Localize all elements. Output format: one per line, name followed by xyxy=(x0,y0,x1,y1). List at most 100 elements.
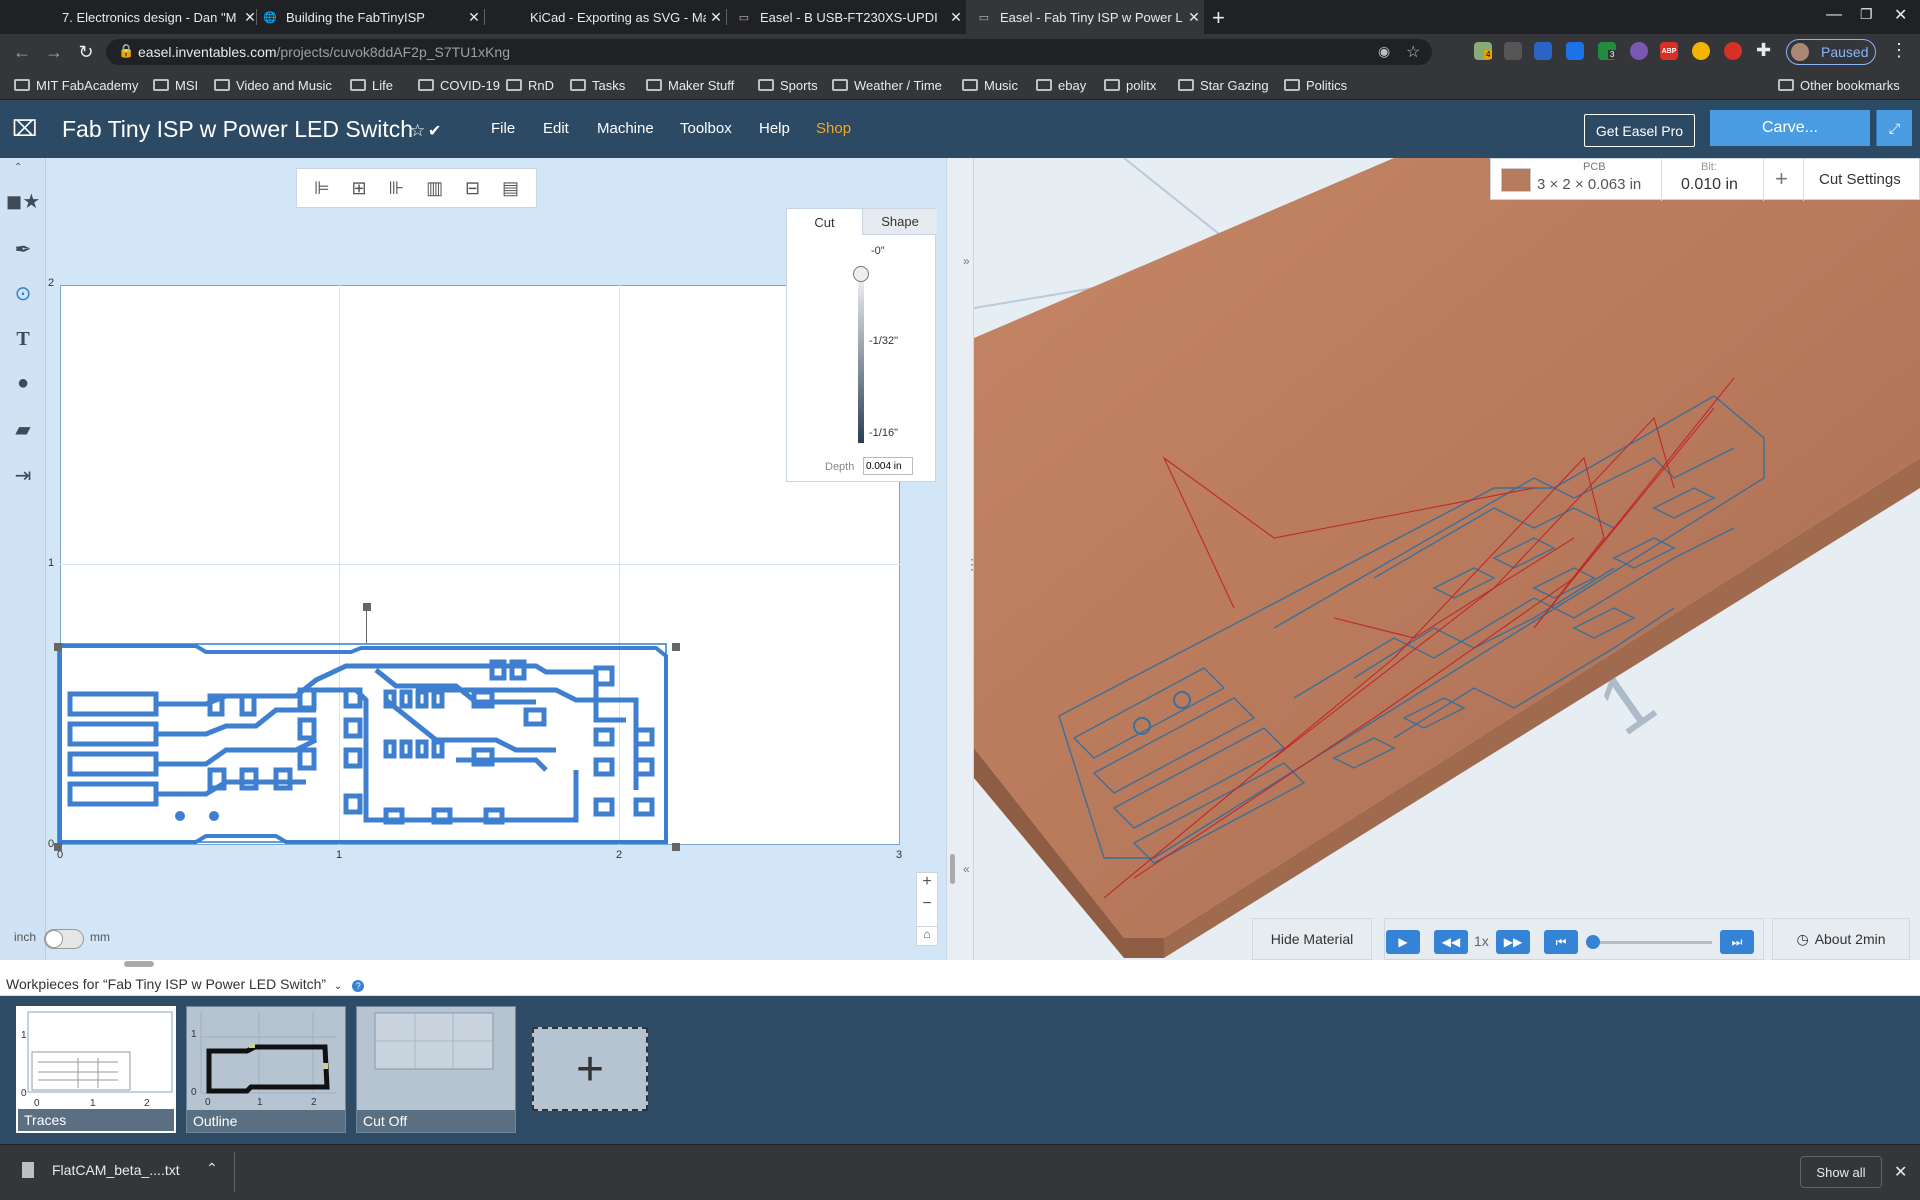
unit-toggle[interactable] xyxy=(44,929,84,949)
forward-icon[interactable]: → xyxy=(42,40,66,64)
other-bookmarks[interactable]: Other bookmarks xyxy=(1778,70,1900,100)
resize-handle[interactable] xyxy=(672,843,680,851)
expand-left-icon[interactable]: « xyxy=(963,862,970,876)
workpiece-traces[interactable]: 1 0 0 1 2 Traces xyxy=(16,1006,176,1133)
bookmark-folder[interactable]: Life xyxy=(350,70,393,100)
home-icon[interactable]: ⌂ xyxy=(916,926,938,946)
workpiece-outline[interactable]: 1 0 0 1 2 Outline xyxy=(186,1006,346,1133)
bookmark-folder[interactable]: politx xyxy=(1104,70,1156,100)
bookmark-folder[interactable]: Tasks xyxy=(570,70,625,100)
chevron-up-icon[interactable]: ⌃ xyxy=(206,1160,218,1177)
extension-icon[interactable] xyxy=(1504,42,1522,60)
horizontal-scrollbar[interactable] xyxy=(124,961,154,967)
extension-icon[interactable] xyxy=(1534,42,1552,60)
close-tab-icon[interactable]: ✕ xyxy=(464,9,484,26)
skip-start-icon[interactable]: ⏮ xyxy=(1544,930,1578,954)
bit-value[interactable]: 0.010 in xyxy=(1681,176,1738,194)
align-right-icon[interactable]: ⊪ xyxy=(389,178,405,199)
minimize-icon[interactable]: — xyxy=(1826,6,1842,24)
progress-track[interactable] xyxy=(1592,941,1712,944)
close-tab-icon[interactable]: ✕ xyxy=(946,9,966,26)
tab-cut[interactable]: Cut xyxy=(787,209,862,235)
bookmark-folder[interactable]: Video and Music xyxy=(214,70,332,100)
pcb-traces-workpiece[interactable] xyxy=(56,600,686,850)
material-size[interactable]: 3 × 2 × 0.063 in xyxy=(1537,176,1641,193)
extension-icon[interactable]: 4 xyxy=(1474,42,1493,60)
align-top-icon[interactable]: ▤ xyxy=(502,178,519,199)
shapes-icon[interactable]: ◼★ xyxy=(6,184,41,218)
get-pro-button[interactable]: Get Easel Pro xyxy=(1584,114,1695,147)
3d-preview[interactable]: 1 xyxy=(974,158,1920,960)
tab-shape[interactable]: Shape xyxy=(862,209,937,235)
menu-file[interactable]: File xyxy=(491,120,515,137)
chevron-down-icon[interactable]: ⌄ xyxy=(334,981,342,992)
close-download-bar-icon[interactable]: ✕ xyxy=(1894,1162,1907,1182)
download-filename[interactable]: FlatCAM_beta_....txt xyxy=(52,1162,180,1178)
project-title[interactable]: Fab Tiny ISP w Power LED Switch xyxy=(62,116,413,143)
menu-machine[interactable]: Machine xyxy=(597,120,654,137)
browser-tab-5-active[interactable]: ▭ Easel - Fab Tiny ISP w Power L ✕ xyxy=(966,0,1204,34)
bookmark-folder[interactable]: Maker Stuff xyxy=(646,70,734,100)
rewind-icon[interactable]: ◀◀ xyxy=(1434,930,1468,954)
resize-handle[interactable] xyxy=(672,643,680,651)
cut-settings-button[interactable]: Cut Settings xyxy=(1819,171,1901,188)
close-window-icon[interactable]: ✕ xyxy=(1894,5,1907,25)
puzzle-icon[interactable]: ✚ xyxy=(1756,40,1771,61)
bookmark-folder[interactable]: MSI xyxy=(153,70,198,100)
bookmark-folder[interactable]: COVID-19 xyxy=(418,70,500,100)
menu-help[interactable]: Help xyxy=(759,120,790,137)
box-icon[interactable]: ▰ xyxy=(6,412,40,446)
close-tab-icon[interactable]: ✕ xyxy=(706,9,726,26)
easel-logo-icon[interactable]: ⌧ xyxy=(12,116,40,141)
close-tab-icon[interactable]: ✕ xyxy=(1184,9,1204,26)
menu-edit[interactable]: Edit xyxy=(543,120,569,137)
new-tab-icon[interactable]: + xyxy=(1212,5,1225,31)
record-icon[interactable] xyxy=(1724,42,1742,60)
browser-tab-1[interactable]: 7. Electronics design - Dan "M ✕ xyxy=(28,0,260,34)
material-swatch[interactable] xyxy=(1501,168,1531,192)
hide-material-button[interactable]: Hide Material xyxy=(1252,918,1372,960)
text-icon[interactable]: T xyxy=(6,322,40,356)
adblock-icon[interactable]: ABP xyxy=(1660,42,1678,60)
bookmark-folder[interactable]: RnD xyxy=(506,70,554,100)
vertical-scrollbar[interactable] xyxy=(950,854,955,884)
resize-handle[interactable] xyxy=(54,643,62,651)
expand-right-icon[interactable]: » xyxy=(963,254,970,268)
workpiece-cut-off[interactable]: Cut Off xyxy=(356,1006,516,1133)
target-icon[interactable]: ⊙ xyxy=(6,276,40,310)
depth-input[interactable] xyxy=(863,457,913,475)
import-icon[interactable]: ⇥ xyxy=(6,458,40,492)
extension-icon[interactable] xyxy=(1566,42,1584,60)
favorite-star-icon[interactable]: ☆ xyxy=(410,121,425,141)
menu-toolbox[interactable]: Toolbox xyxy=(680,120,732,137)
progress-knob[interactable] xyxy=(1586,935,1600,949)
align-center-v-icon[interactable]: ⊟ xyxy=(465,178,480,199)
extension-icon[interactable] xyxy=(1692,42,1710,60)
bookmark-star-icon[interactable]: ☆ xyxy=(1406,42,1420,62)
menu-shop[interactable]: Shop xyxy=(816,120,851,137)
help-icon[interactable]: ? xyxy=(352,980,365,992)
apple-icon[interactable]: ● xyxy=(6,366,40,400)
zoom-out-icon[interactable]: − xyxy=(917,895,937,917)
bookmark-folder[interactable]: Politics xyxy=(1284,70,1347,100)
play-icon[interactable]: ▶ xyxy=(1386,930,1420,954)
zoom-in-icon[interactable]: + xyxy=(917,873,937,895)
fast-forward-icon[interactable]: ▶▶ xyxy=(1496,930,1530,954)
restore-icon[interactable]: ❐ xyxy=(1860,6,1873,23)
align-center-h-icon[interactable]: ⊞ xyxy=(352,178,367,199)
bookmark-folder[interactable]: Sports xyxy=(758,70,818,100)
browser-tab-4[interactable]: ▭ Easel - B USB-FT230XS-UPDI ✕ xyxy=(726,0,966,34)
address-bar[interactable]: 🔒 easel.inventables.com/projects/cuvok8d… xyxy=(106,39,1432,65)
add-bit-button[interactable]: + xyxy=(1775,166,1788,192)
bookmark-folder[interactable]: MIT FabAcademy xyxy=(14,70,138,100)
pen-icon[interactable]: ✒ xyxy=(6,232,40,266)
eye-off-icon[interactable]: ◉ xyxy=(1378,43,1390,60)
depth-slider-knob[interactable] xyxy=(853,265,869,282)
menu-kebab-icon[interactable]: ⋮ xyxy=(1890,40,1908,61)
skip-end-icon[interactable]: ⏭ xyxy=(1720,930,1754,954)
bookmark-folder[interactable]: Star Gazing xyxy=(1178,70,1269,100)
carve-button[interactable]: Carve... xyxy=(1710,110,1870,146)
browser-tab-3[interactable]: KiCad - Exporting as SVG - Ma ✕ xyxy=(484,0,726,34)
align-bottom-icon[interactable]: ▥ xyxy=(426,178,443,199)
workpieces-title[interactable]: Workpieces for “Fab Tiny ISP w Power LED… xyxy=(6,976,326,992)
